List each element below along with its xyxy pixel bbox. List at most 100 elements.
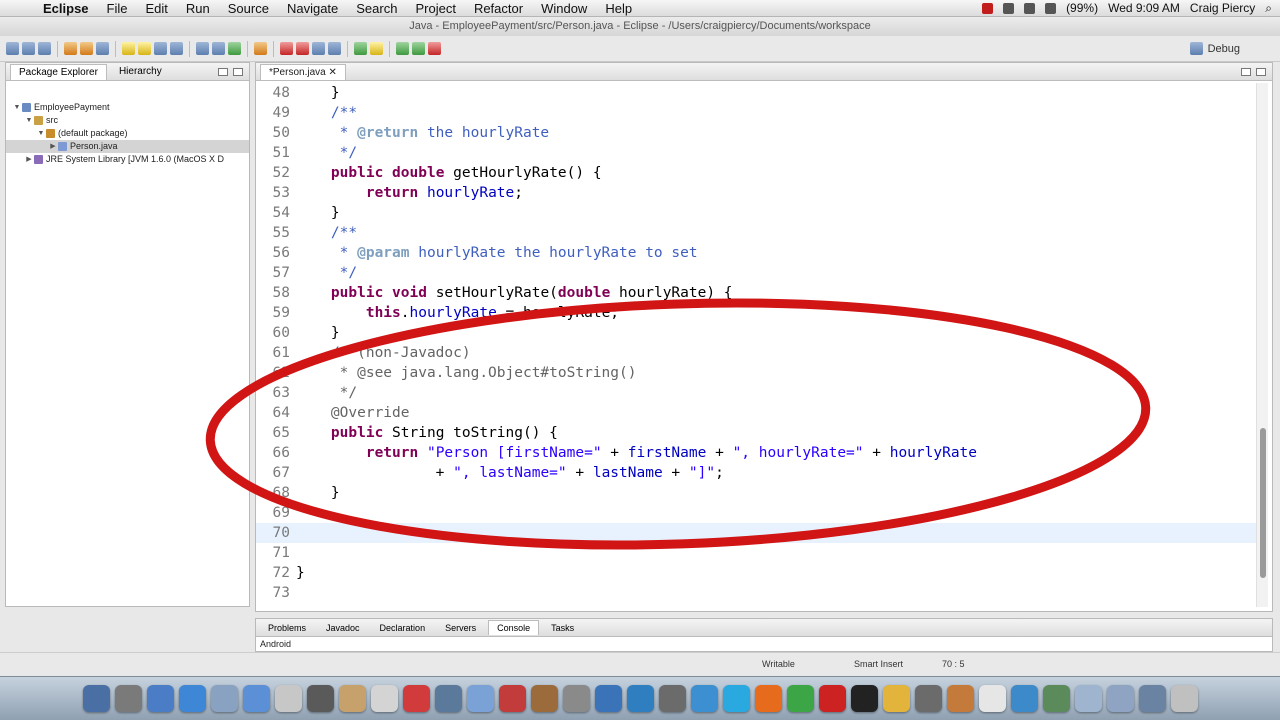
code-text[interactable]: /* (non-Javadoc) <box>296 343 471 363</box>
code-line[interactable]: 50 * @return the hourlyRate <box>256 123 1256 143</box>
dock-app-icon[interactable] <box>882 685 910 712</box>
menu-run[interactable]: Run <box>177 1 219 16</box>
dock-app-icon[interactable] <box>658 685 686 712</box>
code-line[interactable]: 67 + ", lastName=" + lastName + "]"; <box>256 463 1256 483</box>
code-area[interactable]: 48 } 49 /** 50 * @return the hourlyRate 51 … <box>256 83 1272 611</box>
dock-app-icon[interactable] <box>626 685 654 712</box>
user-name[interactable]: Craig Piercy <box>1190 1 1255 15</box>
menu-app-name[interactable]: Eclipse <box>34 1 98 16</box>
code-text[interactable]: @Override <box>296 403 410 423</box>
run-icon[interactable] <box>412 42 425 55</box>
code-line[interactable]: 57 */ <box>256 263 1256 283</box>
menu-edit[interactable]: Edit <box>136 1 176 16</box>
code-line[interactable]: 73 <box>256 583 1256 603</box>
menu-project[interactable]: Project <box>406 1 464 16</box>
dock-app-icon[interactable] <box>562 685 590 712</box>
code-line[interactable]: 66 return "Person [firstName=" + firstNa… <box>256 443 1256 463</box>
expand-arrow-icon[interactable]: ▼ <box>12 101 22 114</box>
code-line[interactable]: 58 public void setHourlyRate(double hour… <box>256 283 1256 303</box>
debug-icon[interactable] <box>396 42 409 55</box>
dock-app-icon[interactable] <box>306 685 334 712</box>
tab-package-explorer[interactable]: Package Explorer <box>10 63 107 80</box>
tree-item[interactable]: ▼ (default package) <box>6 127 249 140</box>
dock-app-icon[interactable] <box>434 685 462 712</box>
code-text[interactable]: public double getHourlyRate() { <box>296 163 602 183</box>
dock-app-icon[interactable] <box>786 685 814 712</box>
code-text[interactable]: public String toString() { <box>296 423 558 443</box>
recording-icon[interactable] <box>982 2 994 14</box>
build-icon[interactable] <box>254 42 267 55</box>
code-line[interactable]: 48 } <box>256 83 1256 103</box>
external-tools-icon[interactable] <box>428 42 441 55</box>
code-text[interactable]: */ <box>296 263 357 283</box>
editor-minimize-icon[interactable] <box>1241 67 1251 76</box>
volume-icon[interactable] <box>1045 2 1057 14</box>
android-icon[interactable] <box>280 42 293 55</box>
menu-navigate[interactable]: Navigate <box>278 1 347 16</box>
code-line[interactable]: 71 <box>256 543 1256 563</box>
maximize-icon[interactable] <box>233 67 243 76</box>
editor-maximize-icon[interactable] <box>1256 67 1266 76</box>
dock-app-icon[interactable] <box>1042 685 1070 712</box>
editor-scrollbar[interactable] <box>1256 83 1268 607</box>
dock-app-icon[interactable] <box>178 685 206 712</box>
wifi-icon[interactable] <box>1024 2 1036 14</box>
dock-app-icon[interactable] <box>1138 685 1166 712</box>
code-text[interactable]: /** <box>296 103 357 123</box>
code-line[interactable]: 59 this.hourlyRate = hourlyRate; <box>256 303 1256 323</box>
tab-declaration[interactable]: Declaration <box>372 621 434 635</box>
code-text[interactable]: return "Person [firstName=" + firstName … <box>296 443 977 463</box>
dock-app-icon[interactable] <box>1170 685 1198 712</box>
clock[interactable]: Wed 9:09 AM <box>1108 1 1180 15</box>
dock-app-icon[interactable] <box>466 685 494 712</box>
tab-servers[interactable]: Servers <box>437 621 484 635</box>
code-text[interactable]: + ", lastName=" + lastName + "]"; <box>296 463 724 483</box>
code-line[interactable]: 62 * @see java.lang.Object#toString() <box>256 363 1256 383</box>
code-line[interactable]: 60 } <box>256 323 1256 343</box>
code-text[interactable]: * @return the hourlyRate <box>296 123 550 143</box>
scrollbar-thumb[interactable] <box>1260 428 1266 578</box>
dock-app-icon[interactable] <box>722 685 750 712</box>
close-tab-icon[interactable]: ✕ <box>328 67 336 78</box>
code-text[interactable]: } <box>296 83 340 103</box>
previous-annotation-icon[interactable] <box>138 42 151 55</box>
new-package-icon[interactable] <box>80 42 93 55</box>
print-icon[interactable] <box>38 42 51 55</box>
next-annotation-icon[interactable] <box>122 42 135 55</box>
dock-app-icon[interactable] <box>818 685 846 712</box>
dock-app-icon[interactable] <box>690 685 718 712</box>
back-icon[interactable] <box>154 42 167 55</box>
dock-app-icon[interactable] <box>114 685 142 712</box>
code-line[interactable]: 72} <box>256 563 1256 583</box>
dock-app-icon[interactable] <box>274 685 302 712</box>
code-text[interactable]: * @see java.lang.Object#toString() <box>296 363 637 383</box>
code-text[interactable]: this.hourlyRate = hourlyRate; <box>296 303 619 323</box>
code-text[interactable]: */ <box>296 143 357 163</box>
expand-arrow-icon[interactable]: ▼ <box>36 127 46 140</box>
dock-app-icon[interactable] <box>530 685 558 712</box>
code-text[interactable]: } <box>296 483 340 503</box>
dock-app-icon[interactable] <box>146 685 174 712</box>
menu-window[interactable]: Window <box>532 1 596 16</box>
perspective-switcher[interactable]: Debug <box>1189 42 1240 55</box>
minimize-icon[interactable] <box>218 67 228 76</box>
open-task-icon[interactable] <box>212 42 225 55</box>
code-line[interactable]: 55 /** <box>256 223 1256 243</box>
dock-app-icon[interactable] <box>402 685 430 712</box>
stop-icon[interactable] <box>296 42 309 55</box>
expand-arrow-icon[interactable]: ▶ <box>48 140 58 153</box>
menu-help[interactable]: Help <box>596 1 641 16</box>
dock-app-icon[interactable] <box>850 685 878 712</box>
dock-app-icon[interactable] <box>338 685 366 712</box>
code-text[interactable]: */ <box>296 383 357 403</box>
code-line[interactable]: 53 return hourlyRate; <box>256 183 1256 203</box>
code-text[interactable]: } <box>296 323 340 343</box>
forward-icon[interactable] <box>170 42 183 55</box>
code-text[interactable]: return hourlyRate; <box>296 183 523 203</box>
open-type-icon[interactable] <box>96 42 109 55</box>
menu-file[interactable]: File <box>98 1 137 16</box>
expand-arrow-icon[interactable]: ▶ <box>24 153 34 166</box>
menu-source[interactable]: Source <box>219 1 278 16</box>
tree-item[interactable]: ▶ JRE System Library [JVM 1.6.0 (MacOS X … <box>6 153 249 166</box>
perspective-label[interactable]: Debug <box>1208 43 1240 55</box>
